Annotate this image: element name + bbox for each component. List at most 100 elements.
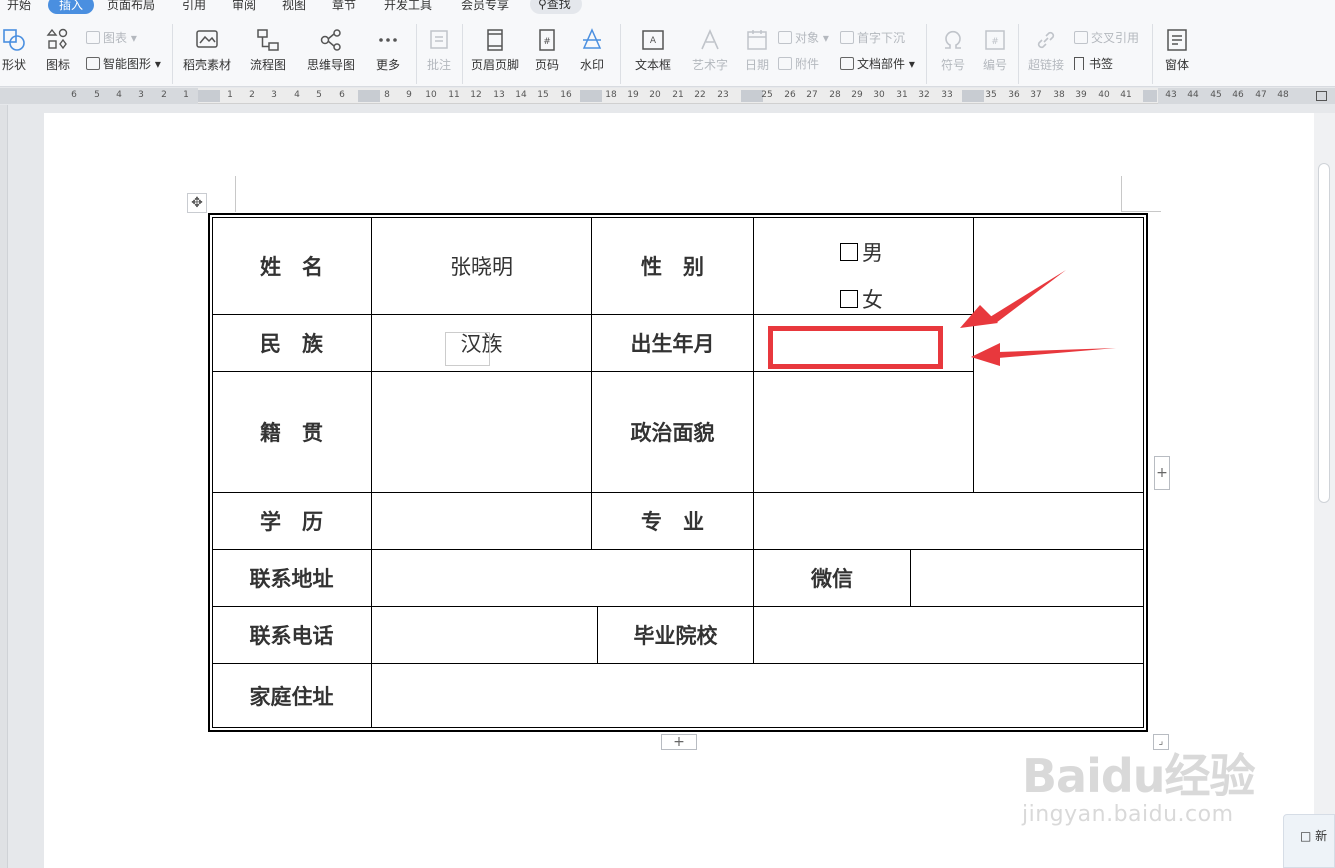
page-number-button[interactable]: # 页码 (528, 28, 566, 78)
mindmap-label: 思维导图 (306, 58, 355, 72)
ruler-number: 43 (1165, 90, 1177, 100)
ruler-column-marker[interactable] (198, 90, 220, 102)
header-footer-button[interactable]: 页眉页脚 (468, 28, 522, 78)
checkbox-male[interactable] (840, 243, 858, 261)
divider (1018, 24, 1019, 84)
smart-shape-icon (86, 57, 100, 70)
tab-review[interactable]: 审阅 (232, 0, 256, 14)
docparts-label: 文档部件 (857, 57, 906, 71)
scrollbar-thumb[interactable] (1318, 163, 1330, 503)
cell-ethnicity-label: 民 族 (212, 315, 372, 372)
chat-popup[interactable]: □ 新 (1283, 814, 1335, 868)
political-label: 政治面貌 (630, 421, 715, 445)
cell-home-value[interactable] (372, 664, 1144, 728)
cell-school-value[interactable] (754, 607, 1144, 664)
ruler-number: 16 (560, 90, 572, 100)
watermark-label: 水印 (579, 58, 604, 72)
checkbox-female[interactable] (840, 290, 858, 308)
vertical-ruler[interactable] (0, 105, 8, 868)
ruler-column-marker[interactable] (1143, 90, 1157, 102)
watermark-button[interactable]: 水印 (572, 28, 612, 78)
dropcap-label: 首字下沉 (857, 31, 906, 45)
docparts-button[interactable]: 文档部件 ▾ (840, 55, 915, 73)
ruler-number: 13 (493, 90, 505, 100)
school-label: 毕业院校 (633, 624, 718, 648)
material-button[interactable]: 稻壳素材 (180, 28, 234, 78)
divider (172, 24, 173, 84)
ruler-toggle-icon[interactable] (1316, 91, 1327, 101)
comment-button[interactable]: 批注 (422, 28, 456, 78)
ruler-number: 36 (1008, 90, 1020, 100)
dropcap-button[interactable]: 首字下沉 (840, 29, 905, 47)
ruler-number: 4 (294, 90, 300, 100)
omega-icon (945, 30, 961, 49)
cell-native-value[interactable] (372, 372, 592, 493)
tab-home[interactable]: 开始 (7, 0, 31, 14)
shape-label: 形状 (1, 58, 26, 72)
bookmark-button[interactable]: 书签 (1074, 55, 1113, 73)
cell-education-value[interactable] (372, 493, 592, 550)
ruler-column-marker[interactable] (580, 90, 602, 102)
textbox-icon: A (642, 30, 664, 50)
attachment-button[interactable]: 附件 (778, 55, 819, 73)
flowchart-button[interactable]: 流程图 (244, 28, 292, 78)
add-row-button[interactable]: + (661, 734, 697, 750)
tab-developer[interactable]: 开发工具 (384, 0, 432, 14)
crossref-button[interactable]: 交叉引用 (1074, 29, 1139, 47)
ruler-number: 35 (985, 90, 997, 100)
ruler-number: 6 (71, 90, 77, 100)
window-button[interactable]: 窗体 (1158, 28, 1196, 78)
phone-label: 联系电话 (249, 624, 334, 648)
cell-major-value[interactable] (754, 493, 1144, 550)
table-move-handle-icon[interactable]: ✥ (187, 193, 207, 213)
ruler-number: 28 (829, 90, 841, 100)
textbox-label: 文本框 (634, 58, 671, 72)
ruler-number: 29 (851, 90, 863, 100)
tab-section[interactable]: 章节 (332, 0, 356, 14)
cell-name-value[interactable]: 张晓明 (372, 217, 592, 315)
ruler-number: 4 (116, 90, 122, 100)
tab-member[interactable]: 会员专享 (461, 0, 509, 14)
margin-mark (1121, 211, 1161, 212)
ruler-number: 39 (1075, 90, 1087, 100)
cell-address-value[interactable] (372, 550, 754, 607)
svg-text:#: # (991, 37, 999, 47)
ruler-number: 32 (918, 90, 930, 100)
gender-male-option[interactable]: 男 (840, 237, 883, 267)
date-button[interactable]: 日期 (742, 28, 772, 78)
symbol-button[interactable]: 符号 (934, 28, 972, 78)
cell-education-label: 学 历 (212, 493, 372, 550)
horizontal-ruler[interactable]: 6 5 4 3 2 1 1 2 3 4 5 6 8 9 10 11 12 13 … (0, 88, 1335, 104)
tab-insert[interactable]: 插入 (48, 0, 95, 14)
search-box[interactable]: ⚲查找 (530, 0, 582, 14)
tab-references[interactable]: 引用 (182, 0, 206, 14)
object-icon (778, 31, 792, 44)
cell-wechat-value[interactable] (911, 550, 1144, 607)
cell-political-label: 政治面貌 (592, 372, 754, 493)
ruler-number: 2 (161, 90, 167, 100)
shape-button[interactable]: 形状 (0, 28, 34, 78)
smart-shape-button[interactable]: 智能图形 ▾ (86, 55, 161, 73)
ruler-number: 47 (1255, 90, 1267, 100)
textbox-button[interactable]: A 文本框 (628, 28, 678, 78)
tab-view[interactable]: 视图 (282, 0, 306, 14)
more-button[interactable]: 更多 (368, 28, 408, 78)
wordart-button[interactable]: 艺术字 (686, 28, 734, 78)
ruler-number: 2 (249, 90, 255, 100)
svg-text:#: # (543, 37, 551, 47)
chart-button[interactable]: 图表 ▾ (86, 29, 137, 47)
numbering-button[interactable]: # 编号 (980, 28, 1010, 78)
vertical-scrollbar[interactable] (1314, 113, 1335, 868)
date-label: 日期 (744, 58, 769, 72)
tab-page-layout[interactable]: 页面布局 (107, 0, 155, 14)
add-column-button[interactable]: + (1154, 456, 1170, 490)
mindmap-button[interactable]: 思维导图 (300, 28, 362, 78)
cell-phone-value[interactable] (372, 607, 598, 664)
cell-political-value[interactable] (754, 372, 974, 493)
gender-female-option[interactable]: 女 (840, 284, 883, 314)
window-label: 窗体 (1164, 58, 1189, 72)
icon-button[interactable]: 图标 (40, 28, 76, 78)
hyperlink-button[interactable]: 超链接 (1024, 28, 1068, 78)
margin-mark (1121, 176, 1122, 212)
object-button[interactable]: 对象 ▾ (778, 29, 829, 47)
